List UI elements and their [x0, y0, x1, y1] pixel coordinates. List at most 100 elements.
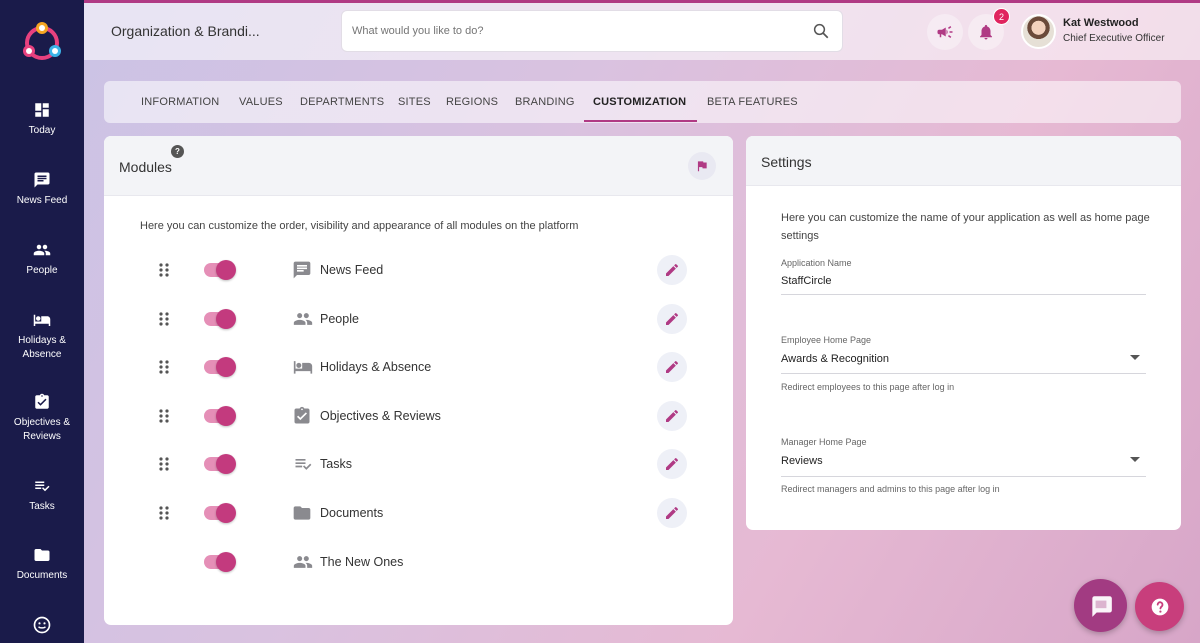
settings-header: Settings [746, 136, 1181, 186]
tab-beta-features[interactable]: BETA FEATURES [707, 96, 798, 108]
module-toggle[interactable] [204, 357, 236, 377]
question-icon [1151, 598, 1168, 615]
sidebar-item-documents[interactable]: Documents [0, 546, 84, 583]
search-input[interactable] [352, 11, 792, 51]
active-tab-indicator [584, 120, 697, 122]
module-row: Documents [104, 495, 733, 531]
announcements-button[interactable] [927, 14, 963, 50]
tab-departments[interactable]: DEPARTMENTS [300, 96, 384, 108]
drag-handle-icon[interactable] [158, 311, 170, 327]
folder-icon [34, 549, 50, 561]
chat-button[interactable] [1074, 579, 1127, 632]
megaphone-icon [937, 26, 953, 38]
module-label: News Feed [320, 263, 384, 277]
avatar[interactable] [1021, 14, 1056, 49]
pencil-icon [666, 506, 679, 519]
edit-module-button[interactable] [657, 352, 687, 382]
pencil-icon [666, 360, 679, 373]
edit-module-button[interactable] [657, 401, 687, 431]
sidebar-item-news-feed[interactable]: News Feed [0, 171, 84, 208]
tab-regions[interactable]: REGIONS [446, 96, 498, 108]
manager-home-help: Redirect managers and admins to this pag… [781, 484, 1000, 494]
chat-icon [1091, 595, 1112, 617]
tab-sites[interactable]: SITES [398, 96, 431, 108]
smiley-icon [33, 616, 51, 634]
message-icon [293, 261, 311, 279]
chevron-down-icon[interactable] [1130, 355, 1140, 360]
people-icon [33, 244, 51, 256]
pencil-icon [666, 312, 679, 325]
flag-button[interactable] [688, 152, 716, 180]
module-label: Documents [320, 506, 384, 520]
module-label: People [320, 312, 359, 326]
chevron-down-icon[interactable] [1130, 457, 1140, 462]
app-name-label: Application Name [781, 258, 852, 268]
modules-title: Modules [119, 159, 172, 175]
search-box[interactable] [341, 10, 843, 52]
module-toggle[interactable] [204, 503, 236, 523]
field-underline [781, 373, 1146, 374]
sidebar-item-tasks[interactable]: Tasks [0, 477, 84, 514]
edit-module-button[interactable] [657, 498, 687, 528]
drag-handle-icon[interactable] [158, 505, 170, 521]
module-toggle[interactable] [204, 406, 236, 426]
drag-handle-icon[interactable] [158, 262, 170, 278]
drag-handle-icon[interactable] [158, 456, 170, 472]
sidebar-item-label: Documents [16, 570, 68, 581]
sidebar-item-label: People [26, 265, 58, 276]
module-toggle[interactable] [204, 552, 236, 572]
module-label: Tasks [320, 457, 352, 471]
manager-home-select[interactable]: Reviews [781, 455, 823, 467]
tab-customization[interactable]: CUSTOMIZATION [593, 96, 686, 108]
sidebar-item-holidays-absence[interactable]: Holidays & Absence [0, 311, 84, 362]
module-toggle[interactable] [204, 454, 236, 474]
modules-intro: Here you can customize the order, visibi… [140, 220, 579, 232]
checklist-icon [35, 481, 50, 492]
module-row: Holidays & Absence [104, 349, 733, 385]
search-icon[interactable] [812, 22, 830, 40]
employee-home-label: Employee Home Page [781, 335, 872, 345]
help-icon[interactable]: ? [171, 145, 184, 158]
sidebar-item-more[interactable] [0, 615, 84, 640]
edit-module-button[interactable] [657, 255, 687, 285]
notification-badge: 2 [993, 8, 1010, 25]
sidebar-item-today[interactable]: Today [0, 101, 84, 138]
user-role: Chief Executive Officer [1063, 33, 1165, 44]
clipboard-check-icon [294, 406, 310, 424]
module-toggle[interactable] [204, 260, 236, 280]
module-row: Objectives & Reviews [104, 398, 733, 434]
user-name[interactable]: Kat Westwood [1063, 17, 1139, 29]
tab-branding[interactable]: BRANDING [515, 96, 575, 108]
pencil-icon [666, 409, 679, 422]
field-underline [781, 294, 1146, 295]
employee-home-select[interactable]: Awards & Recognition [781, 353, 889, 365]
sidebar-item-people[interactable]: People [0, 241, 84, 278]
drag-handle-icon[interactable] [158, 408, 170, 424]
tab-information[interactable]: INFORMATION [141, 96, 219, 108]
sidebar-item-label: Today [28, 125, 56, 136]
modules-card: Modules ? Here you can customize the ord… [104, 136, 733, 625]
module-label: Objectives & Reviews [320, 409, 441, 423]
app-logo[interactable] [17, 18, 67, 68]
employee-home-help: Redirect employees to this page after lo… [781, 382, 955, 392]
sidebar-item-objectives-reviews[interactable]: Objectives & Reviews [0, 393, 84, 444]
settings-tabs: INFORMATION VALUES DEPARTMENTS SITES REG… [104, 81, 1181, 123]
bed-icon [33, 314, 51, 326]
sidebar-item-label: News Feed [16, 195, 68, 206]
pencil-icon [666, 457, 679, 470]
edit-module-button[interactable] [657, 304, 687, 334]
help-button[interactable] [1135, 582, 1184, 631]
bell-icon [980, 24, 992, 40]
manager-home-label: Manager Home Page [781, 437, 867, 447]
top-bar: Organization & Brandi... 2 Kat Westwood … [84, 3, 1200, 60]
module-row: The New Ones [104, 544, 733, 580]
edit-module-button[interactable] [657, 449, 687, 479]
drag-handle-icon[interactable] [158, 359, 170, 375]
tab-values[interactable]: VALUES [239, 96, 283, 108]
people-icon [293, 313, 313, 325]
bed-icon [293, 361, 313, 374]
sidebar-item-label: Objectives & Reviews [13, 417, 71, 442]
module-toggle[interactable] [204, 309, 236, 329]
module-label: The New Ones [320, 555, 404, 569]
app-name-field[interactable]: StaffCircle [781, 275, 832, 287]
